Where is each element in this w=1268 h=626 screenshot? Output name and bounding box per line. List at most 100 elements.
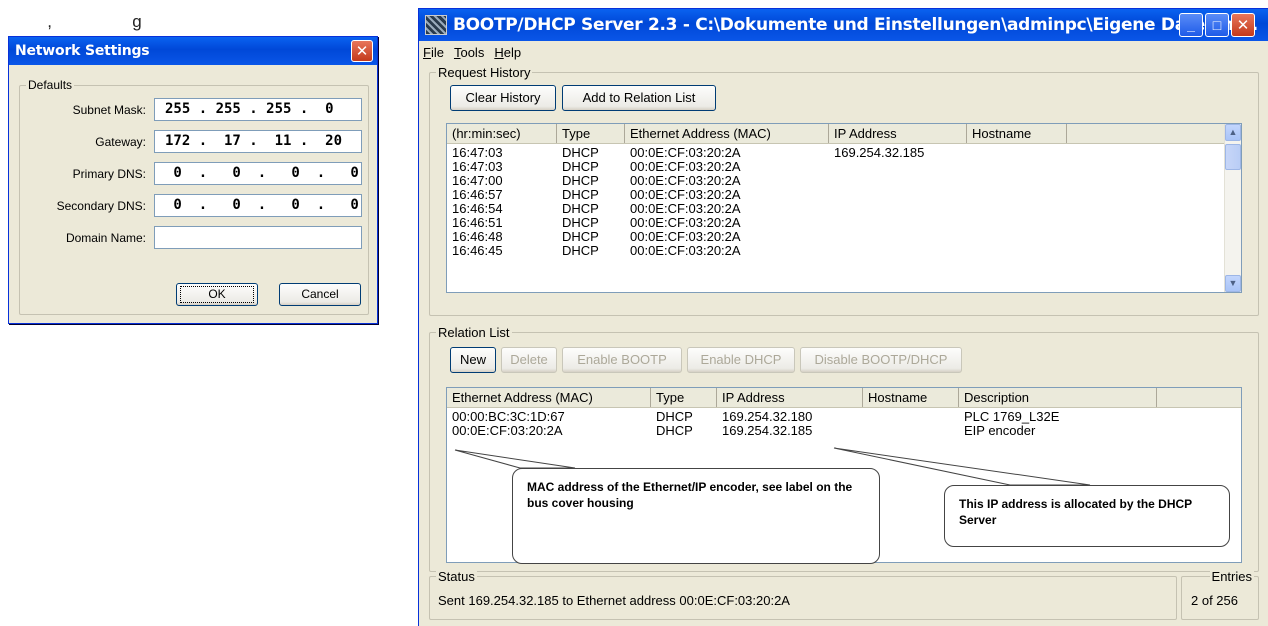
menubar: File Tools Help [419,41,1268,63]
enable-dhcp-button[interactable]: Enable DHCP [687,347,795,373]
secondary-dns-field[interactable]: 0 . 0 . 0 . 0 [154,194,362,217]
dialog-titlebar: Network Settings ✕ [9,37,377,65]
history-row-cell [967,188,1067,202]
history-row-cell: DHCP [562,188,599,202]
secondary-dns-row: Secondary DNS: 0 . 0 . 0 . 0 [20,194,368,218]
request-history-label: Request History [436,65,533,80]
enable-bootp-button[interactable]: Enable BOOTP [562,347,682,373]
history-row-cell: 16:46:51 [452,216,503,230]
delete-button[interactable]: Delete [501,347,557,373]
history-row-cell [967,244,1067,258]
rel-col-mac[interactable]: Ethernet Address (MAC) [447,388,651,407]
ip-address-callout: This IP address is allocated by the DHCP… [944,485,1230,547]
history-row-cell: DHCP [562,244,599,258]
window-title: BOOTP/DHCP Server 2.3 - C:\Dokumente und… [453,15,1258,35]
maximize-button[interactable]: □ [1205,13,1229,37]
entries-groupbox: Entries 2 of 256 [1181,569,1259,620]
history-row-cell: 00:0E:CF:03:20:2A [630,216,741,230]
relation-row[interactable]: 00:0E:CF:03:20:2A DHCP 169.254.32.185 EIP e… [447,424,1241,438]
rel-col-type[interactable]: Type [651,388,717,407]
menu-tools[interactable]: Tools [454,45,484,60]
history-row[interactable]: 16:46:45 DHCP 00:0E:CF:03:20:2A [447,244,1241,258]
dialog-close-button[interactable]: ✕ [351,40,373,62]
menu-file[interactable]: File [423,45,444,60]
history-row-cell [967,160,1067,174]
menu-help-label: elp [503,44,522,60]
scroll-down-icon[interactable]: ▼ [1225,275,1241,292]
domain-name-field[interactable] [154,226,362,249]
relation-row-cell: PLC 1769_L32E [964,410,1060,424]
col-type[interactable]: Type [557,124,625,143]
history-row[interactable]: 16:46:51 DHCP 00:0E:CF:03:20:2A [447,216,1241,230]
status-text: Sent 169.254.32.185 to Ethernet address … [438,593,790,608]
history-row-cell: 00:0E:CF:03:20:2A [630,174,741,188]
relation-row-cell: DHCP [656,424,693,438]
relation-row[interactable]: 00:00:BC:3C:1D:67 DHCP 169.254.32.180 PLC 1… [447,410,1241,424]
history-row[interactable]: 16:47:03 DHCP 00:0E:CF:03:20:2A [447,160,1241,174]
window-close-button[interactable]: ✕ [1231,13,1255,37]
history-row-cell: DHCP [562,174,599,188]
primary-dns-label: Primary DNS: [72,167,146,181]
relation-row-cell: 169.254.32.180 [722,410,813,424]
secondary-dns-label: Secondary DNS: [56,199,146,213]
request-history-header: (hr:min:sec) Type Ethernet Address (MAC)… [447,124,1224,144]
history-row[interactable]: 16:46:54 DHCP 00:0E:CF:03:20:2A [447,202,1241,216]
col-mac[interactable]: Ethernet Address (MAC) [625,124,829,143]
history-row-cell: 16:46:48 [452,230,503,244]
history-row-cell: 00:0E:CF:03:20:2A [630,160,741,174]
history-row-cell: 16:47:00 [452,174,503,188]
cancel-button[interactable]: Cancel [279,283,361,306]
minimize-button[interactable]: _ [1179,13,1203,37]
col-ip[interactable]: IP Address [829,124,967,143]
new-button[interactable]: New [450,347,496,373]
history-row[interactable]: 16:47:03 DHCP 00:0E:CF:03:20:2A 169.254.32.… [447,146,1241,160]
history-row-cell [967,202,1067,216]
request-history-groupbox: Request History Clear History Add to Rel… [429,65,1259,316]
disable-bootp-dhcp-button[interactable]: Disable BOOTP/DHCP [800,347,962,373]
history-row-cell [967,230,1067,244]
primary-dns-row: Primary DNS: 0 . 0 . 0 . 0 [20,162,368,186]
history-row[interactable]: 16:46:57 DHCP 00:0E:CF:03:20:2A [447,188,1241,202]
history-row-cell: DHCP [562,146,599,160]
history-row-cell [829,230,967,244]
history-row-cell [829,202,967,216]
scroll-thumb[interactable] [1225,144,1241,170]
history-row[interactable]: 16:46:48 DHCP 00:0E:CF:03:20:2A [447,230,1241,244]
document-text-fragment: , g [0,12,142,31]
col-hostname[interactable]: Hostname [967,124,1067,143]
history-row-cell [829,216,967,230]
rel-col-hostname[interactable]: Hostname [863,388,959,407]
request-history-list[interactable]: (hr:min:sec) Type Ethernet Address (MAC)… [446,123,1242,293]
rel-col-description[interactable]: Description [959,388,1157,407]
mac-address-callout: MAC address of the Ethernet/IP encoder, … [512,468,880,564]
history-row-cell: DHCP [562,216,599,230]
col-filler [1067,124,1224,143]
gateway-row: Gateway: 172 . 17 . 11 . 20 [20,130,368,154]
history-row-cell [967,216,1067,230]
gateway-label: Gateway: [95,135,146,149]
request-history-scrollbar[interactable]: ▲ ▼ [1224,124,1241,292]
gateway-field[interactable]: 172 . 17 . 11 . 20 [154,130,362,153]
history-row-cell: 16:46:57 [452,188,503,202]
ok-button[interactable]: OK [176,283,258,306]
col-time[interactable]: (hr:min:sec) [447,124,557,143]
history-row-cell [829,188,967,202]
history-row-cell: 16:46:45 [452,244,503,258]
primary-dns-field[interactable]: 0 . 0 . 0 . 0 [154,162,362,185]
rel-col-ip[interactable]: IP Address [717,388,863,407]
relation-row-cell [863,410,959,424]
history-row-cell: 00:0E:CF:03:20:2A [630,188,741,202]
menu-help[interactable]: Help [494,45,521,60]
window-titlebar: BOOTP/DHCP Server 2.3 - C:\Dokumente und… [419,9,1268,41]
add-to-relation-list-button[interactable]: Add to Relation List [562,85,716,111]
relation-row-cell: DHCP [656,410,693,424]
relation-list-label: Relation List [436,325,512,340]
history-row[interactable]: 16:47:00 DHCP 00:0E:CF:03:20:2A [447,174,1241,188]
history-row-cell [967,174,1067,188]
menu-file-accel: F [423,44,431,60]
scroll-up-icon[interactable]: ▲ [1225,124,1241,141]
ok-button-label: OK [180,286,254,303]
subnet-mask-field[interactable]: 255 . 255 . 255 . 0 [154,98,362,121]
history-row-cell: 00:0E:CF:03:20:2A [630,230,741,244]
clear-history-button[interactable]: Clear History [450,85,556,111]
